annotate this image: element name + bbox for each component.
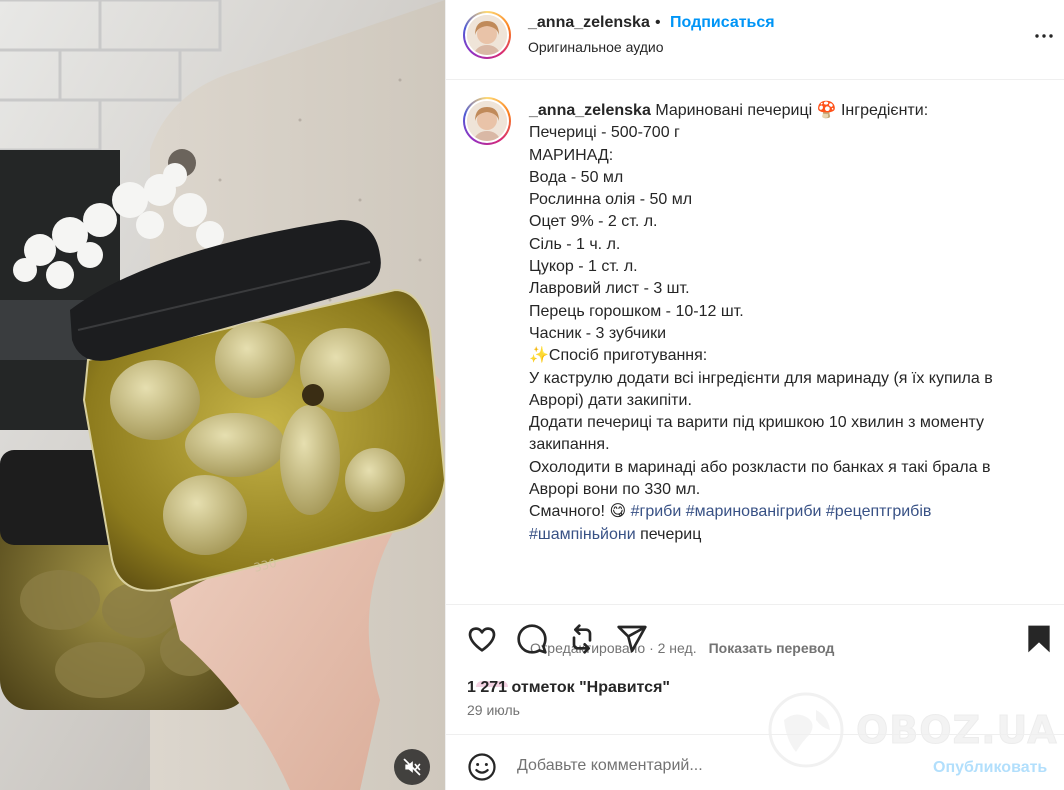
author-username[interactable]: _anna_zelenska (528, 14, 650, 32)
comment-bar: Опубликовать (446, 734, 1064, 790)
caption-avatar[interactable] (463, 97, 511, 145)
follow-button[interactable]: Подписаться (670, 14, 775, 32)
hashtag-link[interactable]: #гриби (631, 503, 682, 520)
profile-photo-icon (467, 101, 507, 141)
post-header: _anna_zelenska • Подписаться Оригинально… (446, 0, 1064, 80)
repost-icon[interactable] (566, 623, 598, 655)
caption-line: Рослинна олія - 50 мл (529, 191, 693, 209)
caption-line: Цукор - 1 ст. л. (529, 258, 638, 276)
caption-line: Аврорі вони по 330 мл. (529, 481, 701, 499)
like-heart-icon[interactable] (466, 623, 498, 655)
comment-bubble-icon[interactable] (516, 623, 548, 655)
caption-line: _anna_zelenska Мариновані печериці 🍄 Інг… (529, 102, 929, 119)
caption-line: ✨Спосіб приготування: (529, 347, 708, 365)
mute-audio-button[interactable] (394, 749, 430, 785)
caption-username[interactable]: _anna_zelenska (529, 102, 651, 119)
caption-line: Вода - 50 мл (529, 168, 624, 186)
caption-line: Аврорі) дати закипіти. (529, 391, 692, 409)
caption-line: Охолодити в маринаді або розкласти по ба… (529, 458, 991, 476)
post-date[interactable]: 29 июль (467, 702, 520, 718)
caption-line: МАРИНАД: (529, 146, 614, 164)
emoji-smile-icon[interactable] (467, 752, 497, 782)
avatar[interactable] (463, 11, 511, 59)
bookmark-save-icon[interactable] (1023, 623, 1055, 655)
caption-line: #шампіньйони печериц (529, 525, 702, 543)
speaker-muted-icon (403, 758, 421, 776)
more-options-icon[interactable] (1032, 24, 1056, 48)
post-side-panel: _anna_zelenska • Подписаться Оригинально… (445, 0, 1064, 790)
caption-line: Перець горошком - 10-12 шт. (529, 302, 744, 320)
caption-line: У каструлю додати всі інгредієнти для ма… (529, 369, 993, 387)
caption-line: Додати печериці та варити під кришкою 10… (529, 414, 985, 432)
pickled-mushrooms-photo: 330 (0, 0, 445, 790)
hashtag-link[interactable]: #шампіньйони (529, 526, 636, 543)
caption-line: Часник - 3 зубчики (529, 324, 667, 342)
caption-line: Смачного! 😋 #гриби #маринованігриби #рец… (529, 503, 932, 521)
share-send-icon[interactable] (616, 623, 648, 655)
caption-line: Лавровий лист - 3 шт. (529, 280, 690, 298)
profile-photo-icon (467, 15, 507, 55)
caption-line: Сіль - 1 ч. л. (529, 235, 621, 253)
hashtag-link[interactable]: #маринованігриби (686, 503, 822, 520)
post-caption: _anna_zelenska Мариновані печериці 🍄 Інг… (529, 100, 1039, 546)
audio-label[interactable]: Оригинальное аудио (528, 39, 664, 55)
caption-line: Оцет 9% - 2 ст. л. (529, 213, 658, 231)
caption-line: Печериці - 500-700 г (529, 124, 680, 142)
publish-comment-button[interactable]: Опубликовать (933, 759, 1047, 777)
post-photo: 330 (0, 0, 445, 790)
separator-dot: • (655, 14, 661, 31)
comment-input[interactable] (517, 751, 917, 781)
hashtag-link[interactable]: #рецептгрибів (826, 503, 931, 520)
caption-line: закипання. (529, 436, 610, 454)
likes-count[interactable]: 1 271 отметок "Нравится" (467, 679, 670, 697)
